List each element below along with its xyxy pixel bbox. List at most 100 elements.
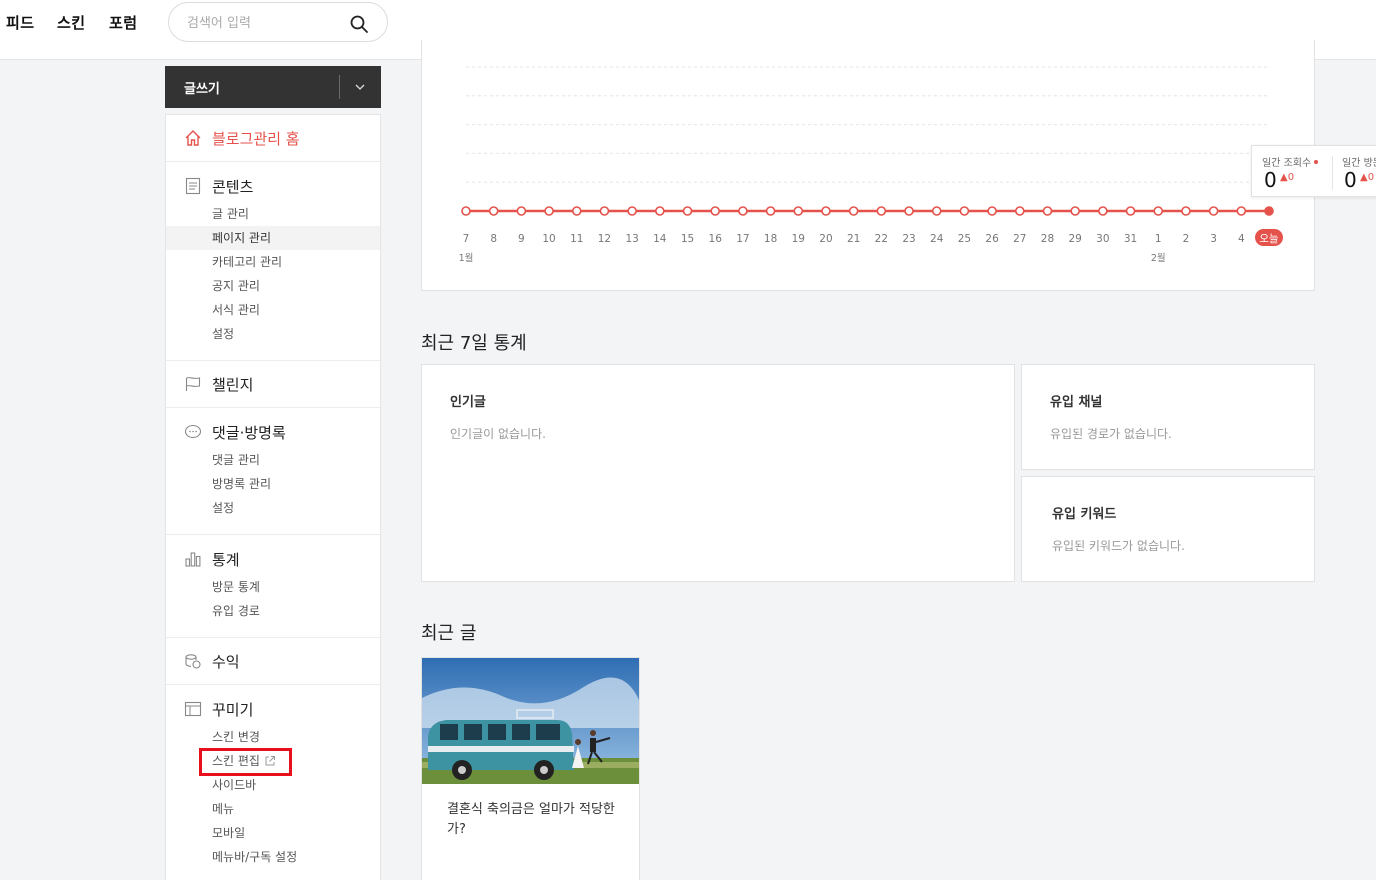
x-tick-label: 8: [490, 233, 497, 245]
highlight-box: [199, 748, 292, 776]
document-icon: [185, 177, 201, 195]
x-tick-label: 10: [542, 233, 555, 245]
sidebar-heading-content[interactable]: 콘텐츠: [184, 175, 253, 197]
flag-icon: [185, 377, 201, 391]
data-point: [571, 206, 582, 216]
month-label: 1월: [459, 252, 474, 264]
sidebar-item-template-manage[interactable]: 서식 관리: [166, 298, 380, 322]
stats7-title: 최근 7일 통계: [421, 333, 527, 354]
x-tick-label: 1: [1155, 233, 1162, 245]
x-tick-label: 16: [709, 233, 723, 245]
search-box: [168, 2, 388, 42]
sidebar-section-revenue: 수익: [166, 638, 380, 685]
x-tick-label: 19: [792, 233, 805, 245]
sidebar-item-category-manage[interactable]: 카테고리 관리: [166, 250, 380, 274]
x-tick-label: 29: [1068, 233, 1081, 245]
data-point: [876, 206, 887, 216]
chart-tooltip: 일간 조회수 0 ▲0 일간 방문 0 ▲0: [1251, 145, 1376, 197]
sidebar-heading-comments[interactable]: 댓글·방명록: [184, 421, 286, 443]
bar-chart-icon: [185, 552, 201, 567]
sidebar-heading-revenue[interactable]: 수익: [184, 650, 240, 672]
data-point: [738, 206, 748, 216]
daily-views-label: 일간 조회수: [1262, 154, 1319, 169]
sidebar-heading-decorate[interactable]: 꾸미기: [184, 698, 253, 720]
inflow-channels-title: 유입 채널: [1050, 395, 1103, 410]
data-point: [765, 206, 776, 216]
data-point: [1264, 206, 1274, 216]
post-title[interactable]: 결혼식 축의금은 얼마가 적당한가?: [447, 800, 617, 840]
x-tick-label: 13: [625, 233, 638, 245]
data-point: [627, 206, 637, 216]
inflow-keywords-title: 유입 키워드: [1052, 507, 1117, 522]
data-point: [1153, 206, 1164, 216]
sidebar-item-content-settings[interactable]: 설정: [166, 322, 380, 346]
x-tick-label: 7: [463, 233, 470, 245]
sidebar-stats-label: 통계: [212, 550, 240, 569]
sidebar-item-skin-change[interactable]: 스킨 변경: [166, 725, 380, 749]
search-input[interactable]: [187, 13, 337, 33]
coin-icon: [185, 654, 201, 669]
nav-forum[interactable]: 포럼: [109, 12, 138, 33]
x-tick-label: 14: [653, 233, 667, 245]
x-tick-label: 11: [570, 233, 583, 245]
sidebar-section-stats: 통계 방문 통계 유입 경로: [166, 535, 380, 638]
sidebar-item-mobile[interactable]: 모바일: [166, 821, 380, 845]
write-button[interactable]: 글쓰기: [165, 66, 381, 108]
data-point: [488, 206, 499, 216]
sidebar-item-sidebar[interactable]: 사이드바: [166, 773, 380, 797]
post-card[interactable]: 결혼식 축의금은 얼마가 적당한가?: [421, 657, 640, 880]
data-point: [710, 206, 721, 216]
visits-chart: 7 8 9 10 11 12 13 14 15 16 17 18 19 20 21 22 23 24 25 26 27 2…: [459, 66, 1283, 264]
data-point: [1181, 206, 1191, 216]
data-point: [544, 206, 554, 216]
sidebar-content-label: 콘텐츠: [212, 177, 254, 196]
sidebar-item-menu[interactable]: 메뉴: [166, 797, 380, 821]
popular-posts-empty: 인기글이 없습니다.: [450, 427, 546, 441]
sidebar-item-visit-stats[interactable]: 방문 통계: [166, 575, 380, 599]
home-icon: [185, 130, 201, 146]
sidebar-decorate-label: 꾸미기: [212, 700, 254, 719]
speech-bubble-icon: [184, 424, 202, 439]
data-point: [987, 206, 997, 216]
x-tick-label: 20: [819, 233, 832, 245]
x-tick-label: 23: [902, 233, 915, 245]
sidebar-item-comment-settings[interactable]: 설정: [166, 496, 380, 520]
x-tick-label: 21: [847, 233, 860, 245]
sidebar-item-referrer[interactable]: 유입 경로: [166, 599, 380, 623]
nav-feed[interactable]: 피드: [6, 12, 35, 33]
sidebar-heading-stats[interactable]: 통계: [184, 548, 240, 570]
data-point: [848, 206, 859, 216]
sidebar-heading-challenge[interactable]: 챌린지: [184, 373, 253, 395]
nav-skin[interactable]: 스킨: [57, 12, 86, 33]
sidebar-comments-label: 댓글·방명록: [212, 423, 286, 442]
search-icon[interactable]: [349, 14, 369, 34]
sidebar-item-guestbook-manage[interactable]: 방명록 관리: [166, 472, 380, 496]
sidebar-item-page-manage[interactable]: 페이지 관리: [166, 226, 380, 250]
tooltip-divider: [1332, 156, 1333, 190]
sidebar-item-comment-manage[interactable]: 댓글 관리: [166, 448, 380, 472]
x-tick-label: 오늘: [1259, 233, 1279, 245]
x-tick-label: 18: [764, 233, 777, 245]
sidebar-section-comments: 댓글·방명록 댓글 관리 방명록 관리 설정: [166, 408, 380, 535]
data-point: [655, 206, 665, 216]
inflow-keywords-empty: 유입된 키워드가 없습니다.: [1052, 539, 1185, 553]
post-thumbnail[interactable]: [422, 658, 639, 784]
sidebar-item-notice-manage[interactable]: 공지 관리: [166, 274, 380, 298]
data-point: [1070, 206, 1080, 216]
x-tick-label: 26: [985, 233, 999, 245]
x-tick-label: 28: [1041, 233, 1054, 245]
sidebar-item-home[interactable]: 블로그관리 홈: [184, 127, 300, 149]
sidebar-item-menubar-subscribe[interactable]: 메뉴바/구독 설정: [166, 845, 380, 869]
sidebar-revenue-label: 수익: [212, 652, 240, 671]
sidebar-item-post-manage[interactable]: 글 관리: [166, 202, 380, 226]
write-dropdown-button[interactable]: [340, 66, 381, 108]
data-point: [1125, 206, 1136, 216]
data-point: [682, 206, 693, 216]
data-point: [461, 206, 471, 216]
daily-visitors-value: 0: [1344, 168, 1357, 192]
inflow-channels-panel: 유입 채널 유입된 경로가 없습니다.: [1021, 364, 1315, 470]
inflow-channels-empty: 유입된 경로가 없습니다.: [1050, 427, 1172, 441]
data-point: [599, 206, 610, 216]
x-tick-label: 24: [930, 233, 944, 245]
x-tick-label: 27: [1013, 233, 1026, 245]
